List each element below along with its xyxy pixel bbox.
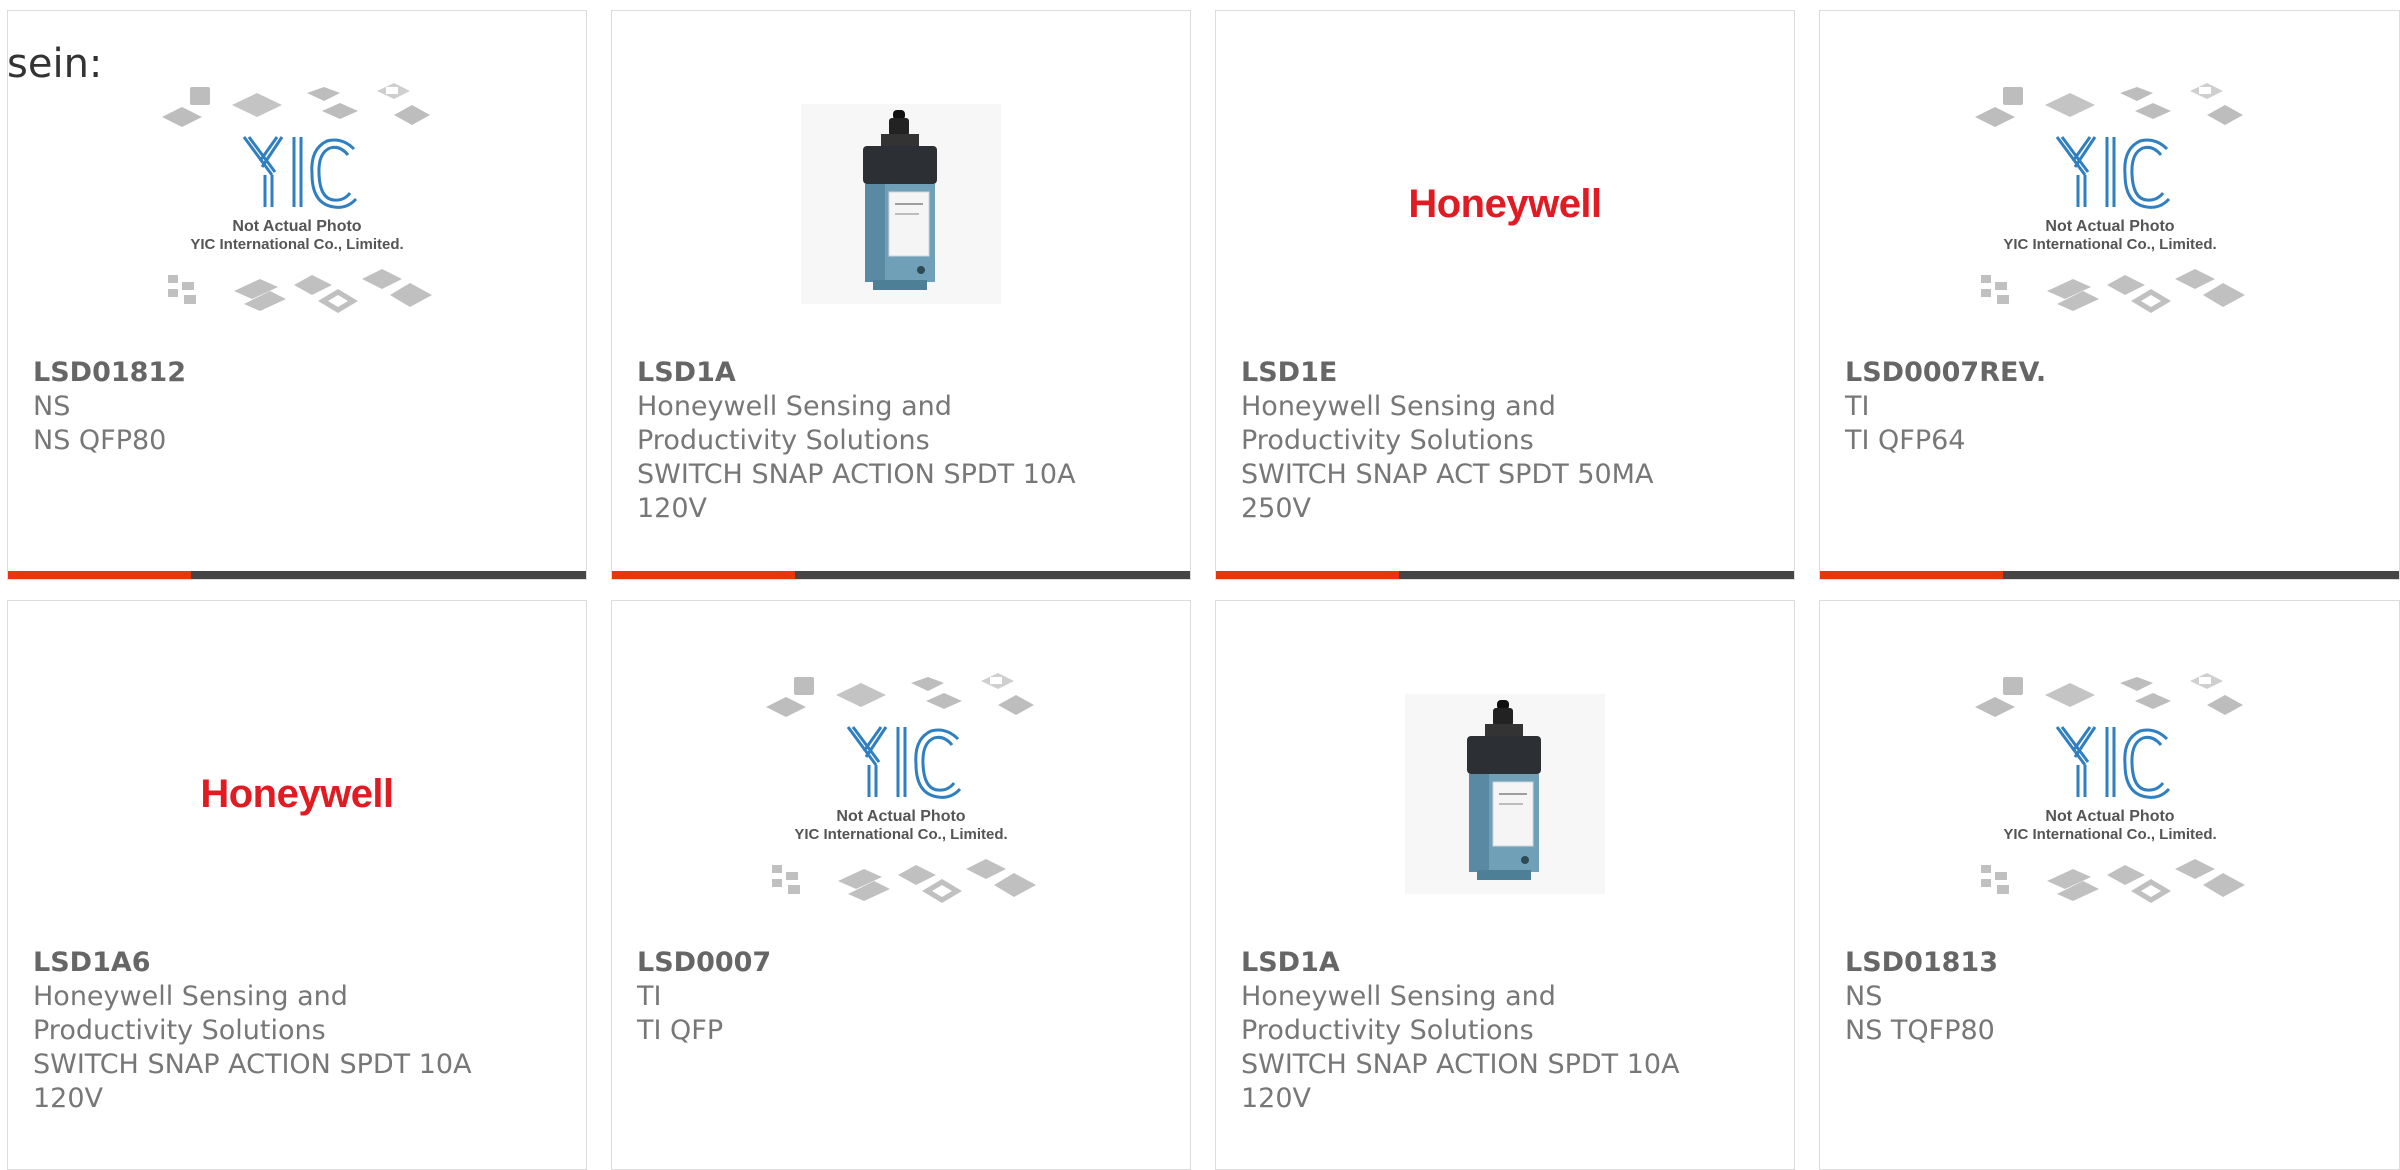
product-image[interactable]: Not Actual Photo YIC International Co., … [612, 649, 1190, 939]
product-detail: SWITCH SNAP ACTION SPDT 10A [33, 1049, 472, 1080]
placeholder-caption: Not Actual Photo [2045, 218, 2174, 235]
product-detail: SWITCH SNAP ACT SPDT 50MA [1241, 459, 1654, 490]
card-bar-accent [8, 571, 191, 579]
card-bar [1820, 571, 2399, 579]
product-detail: TI QFP [637, 1015, 724, 1046]
product-detail: Honeywell Sensing and [1241, 391, 1556, 422]
placeholder-caption: Not Actual Photo [2045, 808, 2174, 825]
part-number-link[interactable]: LSD01813 [1845, 946, 2381, 980]
product-card[interactable]: Not Actual Photo YIC International Co., … [611, 600, 1191, 1170]
product-image[interactable]: Not Actual Photo YIC International Co., … [1820, 59, 2399, 349]
product-detail: NS [33, 391, 71, 422]
product-detail: Productivity Solutions [637, 425, 930, 456]
placeholder-caption: YIC International Co., Limited. [190, 236, 403, 253]
product-card[interactable]: Honeywell LSD1E Honeywell Sensing and Pr… [1215, 10, 1795, 580]
limit-switch-photo [1405, 694, 1605, 894]
part-number-link[interactable]: LSD1A6 [33, 946, 568, 980]
part-number-link[interactable]: LSD1A [1241, 946, 1776, 980]
product-detail: SWITCH SNAP ACTION SPDT 10A [637, 459, 1076, 490]
product-image[interactable] [612, 59, 1190, 349]
product-detail: NS QFP80 [33, 425, 167, 456]
product-card[interactable]: Not Actual Photo YIC International Co., … [1819, 600, 2400, 1170]
card-bar-accent [612, 571, 795, 579]
part-number-link[interactable]: LSD1E [1241, 356, 1776, 390]
part-number-link[interactable]: LSD0007 [637, 946, 1172, 980]
product-card[interactable]: LSD1A Honeywell Sensing and Productivity… [611, 10, 1191, 580]
product-detail: 250V [1241, 493, 1312, 524]
product-detail: NS TQFP80 [1845, 1015, 1995, 1046]
limit-switch-photo [801, 104, 1001, 304]
part-number-link[interactable]: LSD0007REV. [1845, 356, 2381, 390]
section-heading: sein: [7, 41, 103, 87]
placeholder-caption: Not Actual Photo [836, 808, 965, 825]
product-image[interactable]: Honeywell [1216, 59, 1794, 349]
product-detail: TI [1845, 391, 1870, 422]
product-detail: NS [1845, 981, 1883, 1012]
product-card[interactable]: Not Actual Photo YIC International Co., … [1819, 10, 2400, 580]
card-bar [612, 571, 1190, 579]
not-actual-photo-placeholder: Not Actual Photo YIC International Co., … [766, 669, 1036, 919]
card-bar-accent [1216, 571, 1399, 579]
product-card[interactable]: LSD1A Honeywell Sensing and Productivity… [1215, 600, 1795, 1170]
not-actual-photo-placeholder: Not Actual Photo YIC International Co., … [1974, 79, 2245, 329]
product-grid: Not Actual Photo YIC International Co., … [0, 0, 2400, 1170]
placeholder-caption: Not Actual Photo [232, 218, 361, 235]
product-detail: Productivity Solutions [1241, 425, 1534, 456]
part-number-link[interactable]: LSD01812 [33, 356, 568, 390]
product-detail: 120V [1241, 1083, 1312, 1114]
product-card[interactable]: Honeywell LSD1A6 Honeywell Sensing and P… [7, 600, 587, 1170]
card-bar [8, 571, 586, 579]
not-actual-photo-placeholder: Not Actual Photo YIC International Co., … [1974, 669, 2245, 919]
product-image[interactable]: Not Actual Photo YIC International Co., … [8, 59, 586, 349]
part-number-link[interactable]: LSD1A [637, 356, 1172, 390]
honeywell-logo: Honeywell [1408, 181, 1602, 226]
placeholder-caption: YIC International Co., Limited. [2003, 236, 2216, 253]
product-image[interactable] [1216, 649, 1794, 939]
product-detail: TI QFP64 [1845, 425, 1966, 456]
product-detail: Productivity Solutions [1241, 1015, 1534, 1046]
card-bar [1216, 571, 1794, 579]
product-image[interactable]: Not Actual Photo YIC International Co., … [1820, 649, 2399, 939]
placeholder-caption: YIC International Co., Limited. [794, 826, 1007, 843]
product-card[interactable]: Not Actual Photo YIC International Co., … [7, 10, 587, 580]
card-bar-accent [1820, 571, 2003, 579]
product-detail: Honeywell Sensing and [33, 981, 348, 1012]
product-detail: Productivity Solutions [33, 1015, 326, 1046]
honeywell-logo: Honeywell [200, 771, 394, 816]
product-detail: Honeywell Sensing and [1241, 981, 1556, 1012]
product-detail: 120V [33, 1083, 104, 1114]
product-detail: 120V [637, 493, 708, 524]
placeholder-caption: YIC International Co., Limited. [2003, 826, 2216, 843]
product-image[interactable]: Honeywell [8, 649, 586, 939]
product-detail: TI [637, 981, 662, 1012]
product-detail: Honeywell Sensing and [637, 391, 952, 422]
product-detail: SWITCH SNAP ACTION SPDT 10A [1241, 1049, 1680, 1080]
not-actual-photo-placeholder: Not Actual Photo YIC International Co., … [162, 79, 432, 329]
